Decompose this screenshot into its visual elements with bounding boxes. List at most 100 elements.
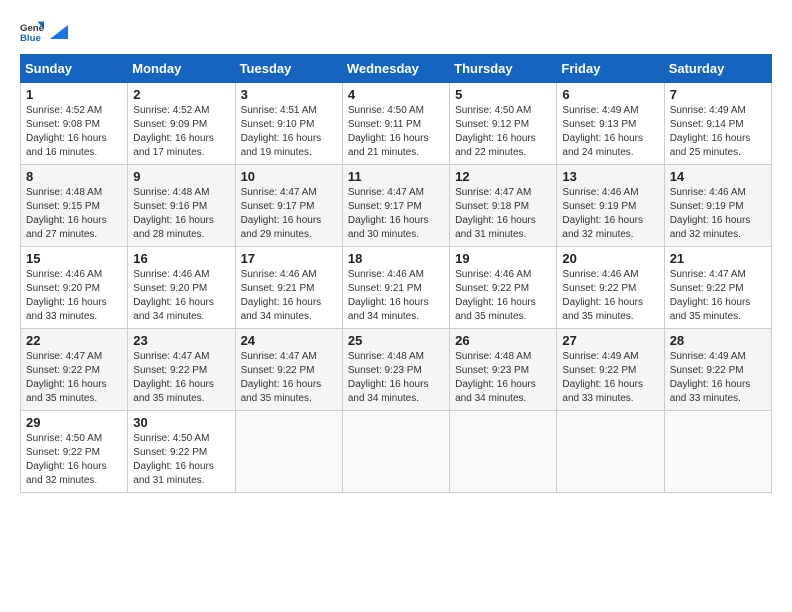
calendar-day-cell bbox=[235, 411, 342, 493]
day-info: Sunrise: 4:48 AM Sunset: 9:15 PM Dayligh… bbox=[26, 186, 122, 242]
day-info: Sunrise: 4:47 AM Sunset: 9:22 PM Dayligh… bbox=[133, 350, 229, 406]
day-of-week-header: Friday bbox=[557, 55, 664, 83]
day-info: Sunrise: 4:50 AM Sunset: 9:11 PM Dayligh… bbox=[348, 104, 444, 160]
calendar-header-row: SundayMondayTuesdayWednesdayThursdayFrid… bbox=[21, 55, 772, 83]
day-info: Sunrise: 4:47 AM Sunset: 9:22 PM Dayligh… bbox=[26, 350, 122, 406]
day-info: Sunrise: 4:46 AM Sunset: 9:22 PM Dayligh… bbox=[455, 268, 551, 324]
day-info: Sunrise: 4:49 AM Sunset: 9:13 PM Dayligh… bbox=[562, 104, 658, 160]
day-of-week-header: Saturday bbox=[664, 55, 771, 83]
calendar-day-cell: 8 Sunrise: 4:48 AM Sunset: 9:15 PM Dayli… bbox=[21, 165, 128, 247]
day-number: 18 bbox=[348, 251, 444, 266]
calendar-day-cell: 15 Sunrise: 4:46 AM Sunset: 9:20 PM Dayl… bbox=[21, 247, 128, 329]
calendar-day-cell: 7 Sunrise: 4:49 AM Sunset: 9:14 PM Dayli… bbox=[664, 83, 771, 165]
day-number: 24 bbox=[241, 333, 337, 348]
calendar-day-cell: 11 Sunrise: 4:47 AM Sunset: 9:17 PM Dayl… bbox=[342, 165, 449, 247]
calendar-day-cell: 27 Sunrise: 4:49 AM Sunset: 9:22 PM Dayl… bbox=[557, 329, 664, 411]
day-number: 5 bbox=[455, 87, 551, 102]
calendar-day-cell: 14 Sunrise: 4:46 AM Sunset: 9:19 PM Dayl… bbox=[664, 165, 771, 247]
calendar-day-cell: 6 Sunrise: 4:49 AM Sunset: 9:13 PM Dayli… bbox=[557, 83, 664, 165]
day-number: 3 bbox=[241, 87, 337, 102]
day-info: Sunrise: 4:51 AM Sunset: 9:10 PM Dayligh… bbox=[241, 104, 337, 160]
calendar-day-cell: 28 Sunrise: 4:49 AM Sunset: 9:22 PM Dayl… bbox=[664, 329, 771, 411]
day-info: Sunrise: 4:48 AM Sunset: 9:23 PM Dayligh… bbox=[348, 350, 444, 406]
day-number: 30 bbox=[133, 415, 229, 430]
calendar: SundayMondayTuesdayWednesdayThursdayFrid… bbox=[20, 54, 772, 493]
calendar-day-cell: 23 Sunrise: 4:47 AM Sunset: 9:22 PM Dayl… bbox=[128, 329, 235, 411]
logo-triangle-icon bbox=[50, 25, 68, 39]
day-info: Sunrise: 4:50 AM Sunset: 9:12 PM Dayligh… bbox=[455, 104, 551, 160]
day-of-week-header: Tuesday bbox=[235, 55, 342, 83]
day-info: Sunrise: 4:48 AM Sunset: 9:23 PM Dayligh… bbox=[455, 350, 551, 406]
day-info: Sunrise: 4:52 AM Sunset: 9:09 PM Dayligh… bbox=[133, 104, 229, 160]
day-info: Sunrise: 4:46 AM Sunset: 9:21 PM Dayligh… bbox=[241, 268, 337, 324]
calendar-day-cell: 10 Sunrise: 4:47 AM Sunset: 9:17 PM Dayl… bbox=[235, 165, 342, 247]
day-info: Sunrise: 4:46 AM Sunset: 9:19 PM Dayligh… bbox=[562, 186, 658, 242]
calendar-day-cell: 5 Sunrise: 4:50 AM Sunset: 9:12 PM Dayli… bbox=[450, 83, 557, 165]
day-info: Sunrise: 4:50 AM Sunset: 9:22 PM Dayligh… bbox=[133, 432, 229, 488]
day-of-week-header: Monday bbox=[128, 55, 235, 83]
day-info: Sunrise: 4:49 AM Sunset: 9:22 PM Dayligh… bbox=[562, 350, 658, 406]
day-number: 26 bbox=[455, 333, 551, 348]
day-info: Sunrise: 4:50 AM Sunset: 9:22 PM Dayligh… bbox=[26, 432, 122, 488]
day-number: 1 bbox=[26, 87, 122, 102]
calendar-day-cell: 29 Sunrise: 4:50 AM Sunset: 9:22 PM Dayl… bbox=[21, 411, 128, 493]
calendar-day-cell: 9 Sunrise: 4:48 AM Sunset: 9:16 PM Dayli… bbox=[128, 165, 235, 247]
day-number: 27 bbox=[562, 333, 658, 348]
calendar-day-cell: 20 Sunrise: 4:46 AM Sunset: 9:22 PM Dayl… bbox=[557, 247, 664, 329]
day-info: Sunrise: 4:46 AM Sunset: 9:20 PM Dayligh… bbox=[26, 268, 122, 324]
day-info: Sunrise: 4:47 AM Sunset: 9:22 PM Dayligh… bbox=[670, 268, 766, 324]
day-of-week-header: Wednesday bbox=[342, 55, 449, 83]
day-info: Sunrise: 4:47 AM Sunset: 9:17 PM Dayligh… bbox=[241, 186, 337, 242]
day-info: Sunrise: 4:46 AM Sunset: 9:22 PM Dayligh… bbox=[562, 268, 658, 324]
day-info: Sunrise: 4:47 AM Sunset: 9:22 PM Dayligh… bbox=[241, 350, 337, 406]
day-info: Sunrise: 4:49 AM Sunset: 9:14 PM Dayligh… bbox=[670, 104, 766, 160]
calendar-day-cell bbox=[342, 411, 449, 493]
header: General Blue bbox=[20, 20, 772, 44]
day-number: 14 bbox=[670, 169, 766, 184]
day-number: 23 bbox=[133, 333, 229, 348]
calendar-week-row: 22 Sunrise: 4:47 AM Sunset: 9:22 PM Dayl… bbox=[21, 329, 772, 411]
logo: General Blue bbox=[20, 20, 68, 44]
day-number: 28 bbox=[670, 333, 766, 348]
logo-icon: General Blue bbox=[20, 20, 44, 44]
day-number: 22 bbox=[26, 333, 122, 348]
day-info: Sunrise: 4:46 AM Sunset: 9:19 PM Dayligh… bbox=[670, 186, 766, 242]
calendar-day-cell bbox=[450, 411, 557, 493]
day-info: Sunrise: 4:48 AM Sunset: 9:16 PM Dayligh… bbox=[133, 186, 229, 242]
day-number: 4 bbox=[348, 87, 444, 102]
calendar-day-cell: 25 Sunrise: 4:48 AM Sunset: 9:23 PM Dayl… bbox=[342, 329, 449, 411]
day-number: 6 bbox=[562, 87, 658, 102]
calendar-day-cell bbox=[664, 411, 771, 493]
svg-text:Blue: Blue bbox=[20, 33, 41, 44]
day-number: 7 bbox=[670, 87, 766, 102]
calendar-day-cell: 16 Sunrise: 4:46 AM Sunset: 9:20 PM Dayl… bbox=[128, 247, 235, 329]
day-number: 11 bbox=[348, 169, 444, 184]
calendar-day-cell: 22 Sunrise: 4:47 AM Sunset: 9:22 PM Dayl… bbox=[21, 329, 128, 411]
calendar-day-cell: 2 Sunrise: 4:52 AM Sunset: 9:09 PM Dayli… bbox=[128, 83, 235, 165]
day-info: Sunrise: 4:52 AM Sunset: 9:08 PM Dayligh… bbox=[26, 104, 122, 160]
day-info: Sunrise: 4:49 AM Sunset: 9:22 PM Dayligh… bbox=[670, 350, 766, 406]
calendar-day-cell: 30 Sunrise: 4:50 AM Sunset: 9:22 PM Dayl… bbox=[128, 411, 235, 493]
calendar-day-cell: 12 Sunrise: 4:47 AM Sunset: 9:18 PM Dayl… bbox=[450, 165, 557, 247]
day-number: 25 bbox=[348, 333, 444, 348]
day-number: 15 bbox=[26, 251, 122, 266]
calendar-day-cell: 1 Sunrise: 4:52 AM Sunset: 9:08 PM Dayli… bbox=[21, 83, 128, 165]
day-number: 10 bbox=[241, 169, 337, 184]
day-of-week-header: Sunday bbox=[21, 55, 128, 83]
calendar-day-cell: 3 Sunrise: 4:51 AM Sunset: 9:10 PM Dayli… bbox=[235, 83, 342, 165]
day-info: Sunrise: 4:46 AM Sunset: 9:20 PM Dayligh… bbox=[133, 268, 229, 324]
calendar-week-row: 29 Sunrise: 4:50 AM Sunset: 9:22 PM Dayl… bbox=[21, 411, 772, 493]
calendar-day-cell: 19 Sunrise: 4:46 AM Sunset: 9:22 PM Dayl… bbox=[450, 247, 557, 329]
day-number: 29 bbox=[26, 415, 122, 430]
day-number: 13 bbox=[562, 169, 658, 184]
day-number: 19 bbox=[455, 251, 551, 266]
calendar-day-cell: 17 Sunrise: 4:46 AM Sunset: 9:21 PM Dayl… bbox=[235, 247, 342, 329]
day-number: 9 bbox=[133, 169, 229, 184]
day-number: 21 bbox=[670, 251, 766, 266]
day-number: 20 bbox=[562, 251, 658, 266]
calendar-day-cell: 24 Sunrise: 4:47 AM Sunset: 9:22 PM Dayl… bbox=[235, 329, 342, 411]
day-number: 2 bbox=[133, 87, 229, 102]
day-info: Sunrise: 4:47 AM Sunset: 9:17 PM Dayligh… bbox=[348, 186, 444, 242]
day-of-week-header: Thursday bbox=[450, 55, 557, 83]
day-number: 8 bbox=[26, 169, 122, 184]
